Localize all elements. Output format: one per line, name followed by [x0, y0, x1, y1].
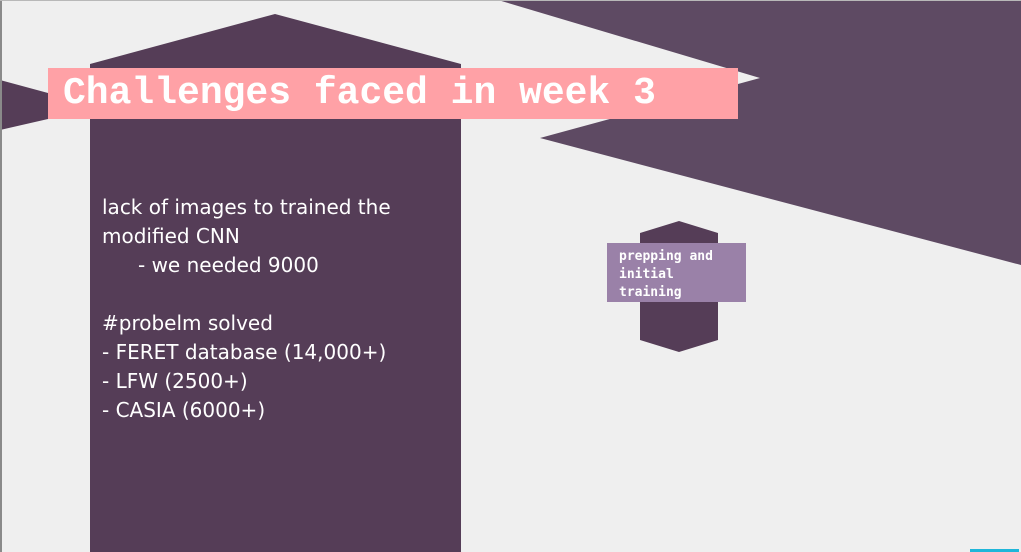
- solved-heading: #probelm solved: [102, 311, 273, 335]
- stage-badge-text: prepping and initial training: [619, 248, 713, 302]
- solution-item: - FERET database (14,000+): [102, 340, 387, 364]
- stage-badge: prepping and initial training: [607, 243, 746, 302]
- left-notch-shape: [0, 80, 48, 130]
- title-banner: Challenges faced in week 3: [48, 68, 738, 119]
- sub-point: - we needed 9000: [138, 253, 319, 277]
- slide-left-border: [0, 0, 2, 552]
- problem-line: modified CNN: [102, 224, 240, 248]
- slide-top-border: [0, 0, 1021, 1]
- top-right-band: [498, 0, 1021, 265]
- badge-line: training: [619, 285, 682, 300]
- slide-title: Challenges faced in week 3: [63, 72, 656, 115]
- badge-line: initial: [619, 267, 674, 282]
- slide-body-text: lack of images to trained the modified C…: [102, 193, 457, 425]
- presentation-slide: Challenges faced in week 3 lack of image…: [0, 0, 1021, 552]
- solution-item: - LFW (2500+): [102, 369, 248, 393]
- badge-line: prepping and: [619, 249, 713, 264]
- solution-item: - CASIA (6000+): [102, 398, 266, 422]
- problem-line: lack of images to trained the: [102, 195, 391, 219]
